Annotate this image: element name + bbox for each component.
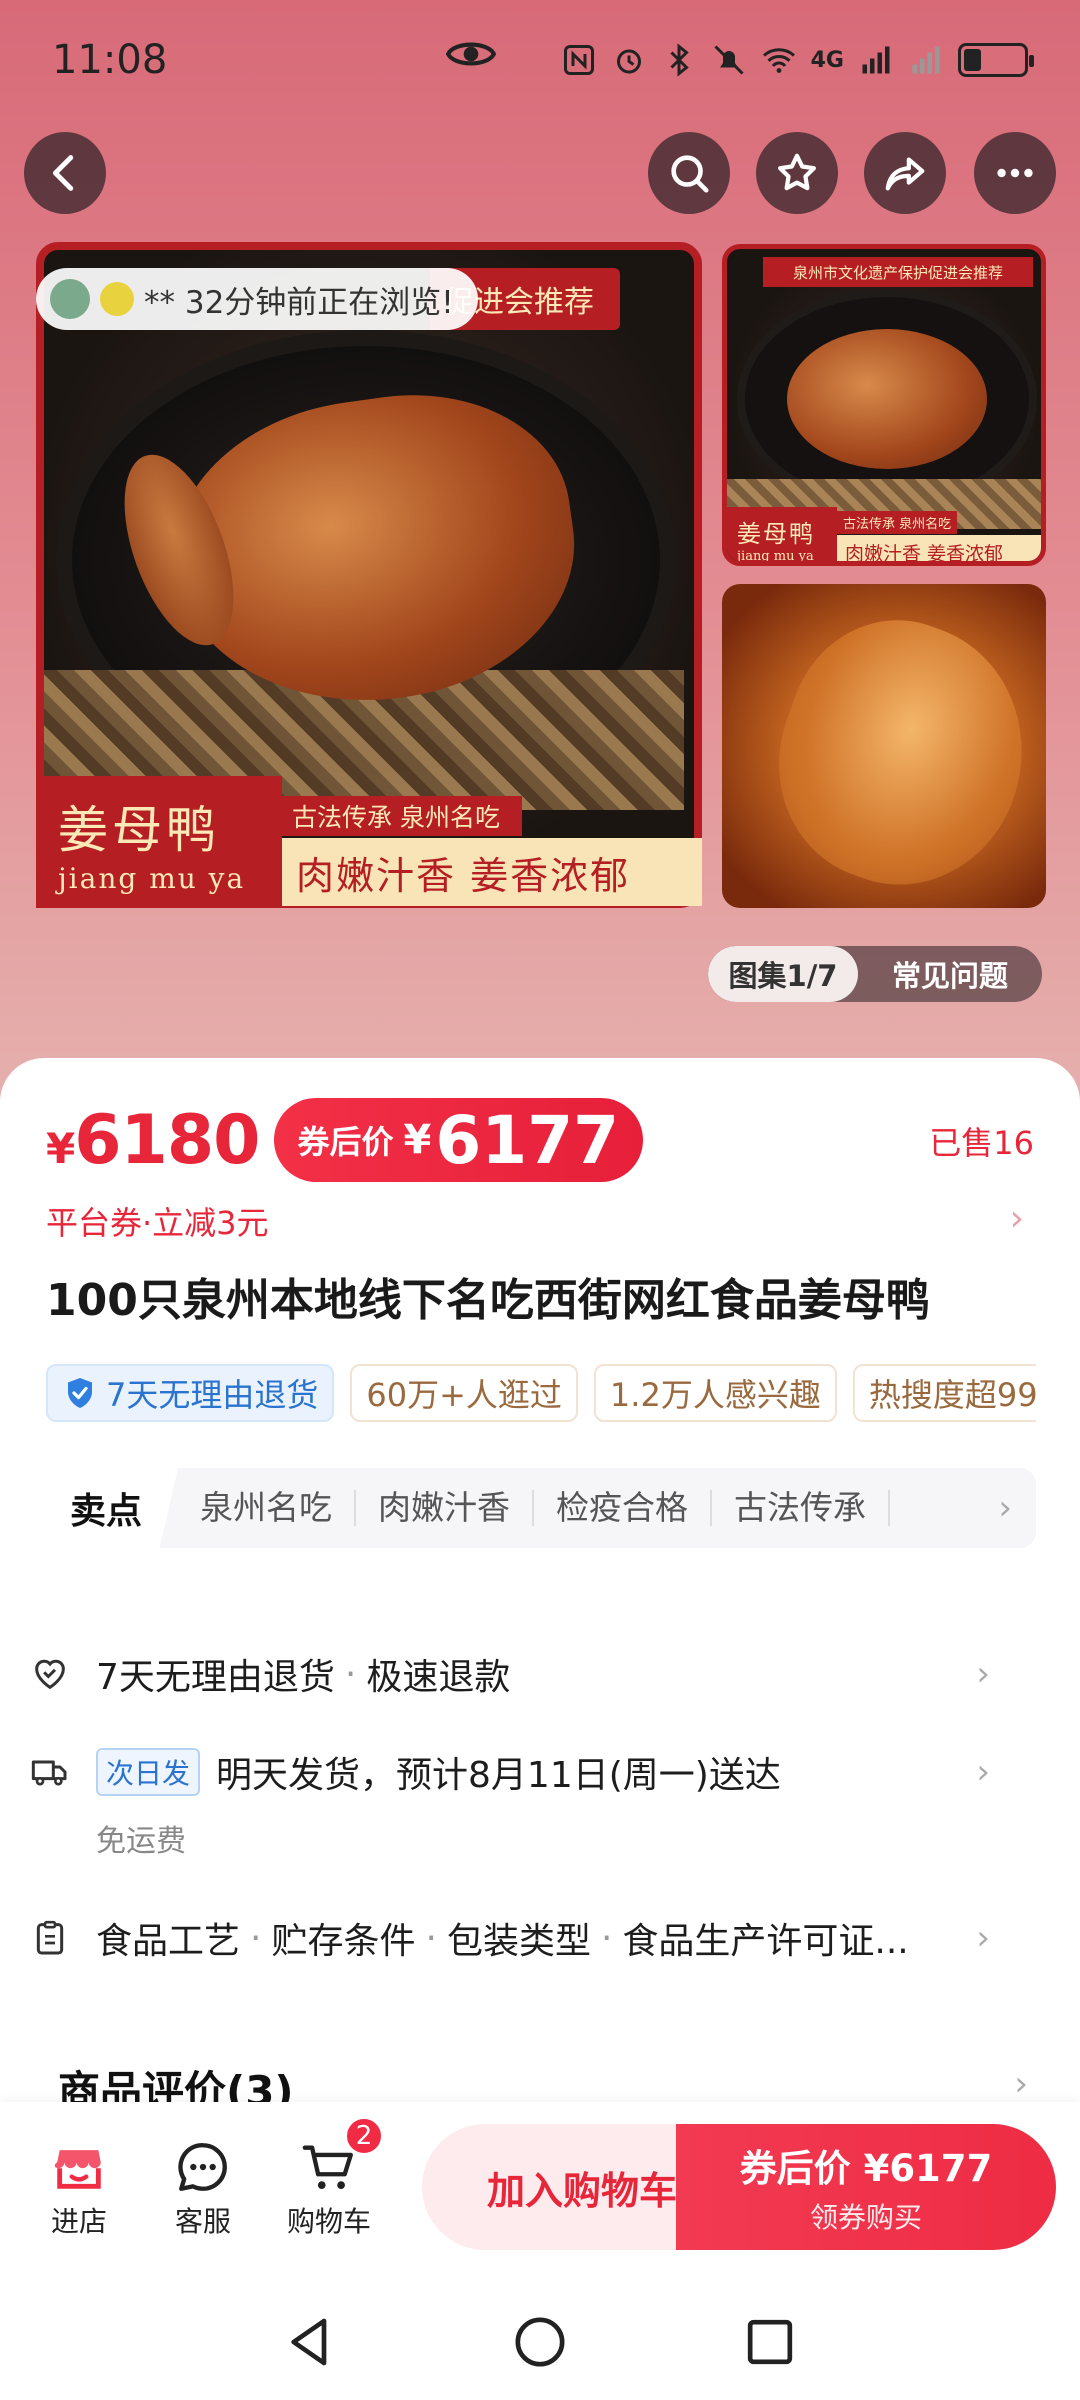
chevron-right-icon: › (976, 1918, 990, 1958)
chevron-right-icon[interactable]: › (1010, 1198, 1024, 1239)
nav-recents-icon[interactable] (742, 2314, 798, 2370)
dish-title-badge: 姜母鸭 jiang mu ya (36, 776, 282, 908)
more-button[interactable] (974, 132, 1056, 214)
signal-icon (862, 46, 890, 74)
price-row: ¥6180 券后价 ¥ 6177 (46, 1098, 644, 1182)
eye-icon (446, 42, 496, 66)
selling-point-item: 肉嫩汁香 (356, 1490, 535, 1526)
heart-shield-icon (35, 1659, 65, 1690)
mute-icon (714, 45, 744, 75)
chat-icon (178, 2143, 227, 2191)
dish-title-cn: 姜母鸭 (58, 800, 220, 859)
chevron-right-icon: › (976, 1752, 990, 1792)
browse-text: ** 32分钟前正在浏览! (144, 284, 454, 321)
avatar (50, 279, 90, 319)
truck-icon (31, 1760, 67, 1786)
buy-with-coupon-button[interactable]: 券后价 ¥6177 领券购买 (676, 2124, 1056, 2250)
bluetooth-icon (670, 43, 689, 77)
nfc-icon (563, 45, 594, 75)
platform-coupon[interactable]: 平台券·立减3元 (46, 1198, 269, 1244)
chevron-right-icon[interactable]: › (998, 1488, 1012, 1528)
selling-point-item: 泉州名吃 (178, 1490, 357, 1526)
status-icons: 4G (561, 42, 1034, 78)
gallery-thumbnail-2[interactable] (722, 584, 1046, 908)
selling-points[interactable]: 卖点 泉州名吃 肉嫩汁香 检疫合格 古法传承 › (46, 1468, 1036, 1548)
thumb-title-cn: 姜母鸭 (737, 520, 815, 548)
network-type: 4G (810, 47, 844, 73)
dish-title-pinyin: jiang mu ya (58, 861, 246, 895)
signal-2-icon (912, 46, 940, 74)
coupon-price-badge: 券后价 ¥ 6177 (273, 1098, 644, 1182)
highlight-chips: 7天无理由退货 60万+人逛过 1.2万人感兴趣 热搜度超99 (46, 1364, 1036, 1422)
product-params-row[interactable]: 食品工艺 · 贮存条件 · 包装类型 · 食品生产许可证... › (30, 1912, 1020, 1964)
chevron-right-icon[interactable]: › (1014, 2064, 1028, 2104)
store-button[interactable]: 进店 (24, 2138, 134, 2240)
thumb-title-pinyin: jiang mu ya (737, 549, 814, 564)
dish-slogan: 肉嫩汁香 姜香浓郁 (282, 838, 702, 906)
chip-visits[interactable]: 60万+人逛过 (350, 1364, 578, 1422)
shipping-row[interactable]: 次日发 明天发货，预计8月11日(周一)送达 › (30, 1746, 1020, 1798)
duck-image (787, 329, 987, 469)
gallery-switch: 图集1/7 常见问题 (708, 946, 1042, 1002)
cart-count-badge: 2 (344, 2116, 384, 2156)
thumb-tagline: 古法传承 泉州名吃 (837, 511, 958, 534)
store-icon (54, 2150, 101, 2189)
battery-icon (958, 43, 1034, 77)
shield-check-icon (68, 1378, 92, 1408)
chip-return-policy[interactable]: 7天无理由退货 (46, 1364, 335, 1422)
next-day-badge: 次日发 (96, 1748, 201, 1796)
search-button[interactable] (648, 132, 730, 214)
favorite-button[interactable] (756, 132, 838, 214)
sold-count: 已售16 (929, 1124, 1034, 1162)
back-arrow-icon (52, 155, 74, 191)
tab-faq[interactable]: 常见问题 (858, 953, 1042, 995)
nav-home-icon[interactable] (512, 2314, 568, 2370)
alarm-icon (616, 49, 641, 74)
thumb-title-badge: 姜母鸭 jiang mu ya (727, 507, 837, 564)
thumb-slogan: 肉嫩汁香 姜香浓郁 (837, 535, 1041, 561)
selling-point-item: 古法传承 (712, 1490, 891, 1526)
wifi-icon (762, 48, 795, 73)
free-shipping: 免运费 (96, 1824, 186, 1859)
chevron-right-icon: › (976, 1654, 990, 1694)
status-time: 11:08 (52, 37, 168, 83)
gallery-thumbnail-1[interactable]: 泉州市文化遗产保护促进会推荐 姜母鸭 jiang mu ya 古法传承 泉州名吃… (722, 244, 1046, 566)
chip-interest[interactable]: 1.2万人感兴趣 (593, 1364, 837, 1422)
browse-notice: ** 32分钟前正在浏览! (36, 268, 478, 330)
chip-hot-search[interactable]: 热搜度超99 (852, 1364, 1036, 1422)
selling-point-item: 检疫合格 (534, 1490, 713, 1526)
nav-back-icon[interactable] (282, 2314, 338, 2370)
selling-points-title: 卖点 (46, 1468, 179, 1548)
tab-gallery[interactable]: 图集1/7 (708, 946, 858, 1002)
lemon-icon (100, 282, 134, 316)
status-bar: 11:08 4G (0, 0, 1080, 120)
search-icon (671, 155, 709, 193)
share-icon (885, 157, 925, 191)
dish-tagline: 古法传承 泉州名吃 (282, 796, 522, 836)
return-policy-row[interactable]: 7天无理由退货 · 极速退款 › (30, 1648, 1020, 1700)
customer-service-button[interactable]: 客服 (148, 2138, 258, 2240)
clipboard-icon (36, 1920, 64, 1955)
duck-closeup-image (744, 590, 1046, 908)
product-title: 100只泉州本地线下名吃西街网红食品姜母鸭 (46, 1275, 930, 1326)
more-icon (997, 168, 1033, 178)
star-icon (778, 153, 816, 191)
thumb-banner: 泉州市文化遗产保护促进会推荐 (763, 257, 1033, 287)
original-price: ¥6180 (46, 1100, 261, 1180)
share-button[interactable] (864, 132, 946, 214)
back-button[interactable] (24, 132, 106, 214)
